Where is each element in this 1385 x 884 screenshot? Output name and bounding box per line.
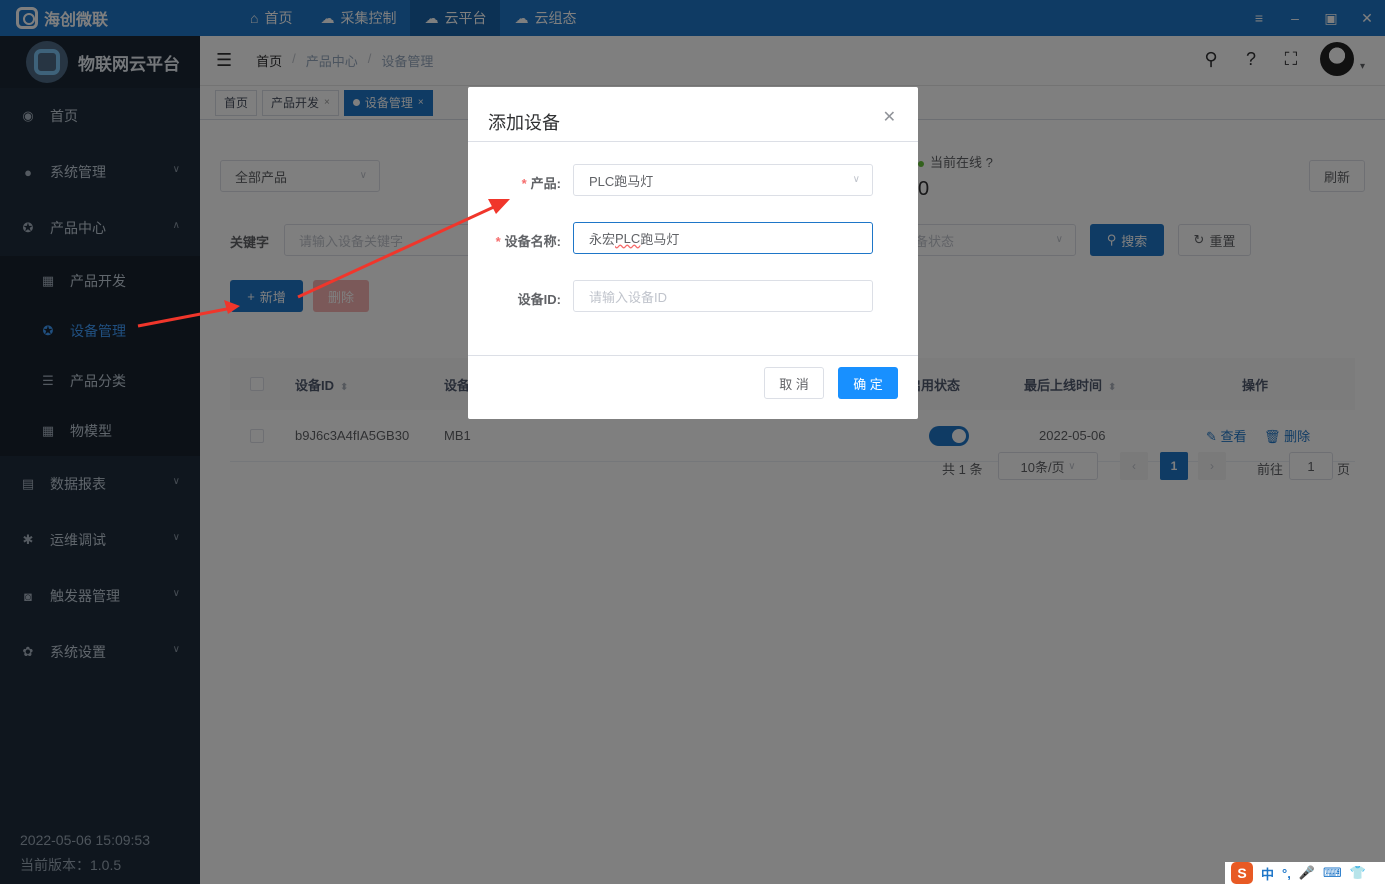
product-field-label: * 产品:	[451, 173, 561, 192]
required-mark: *	[521, 176, 527, 191]
device-name-label-text: 设备名称:	[504, 234, 561, 249]
close-icon[interactable]: ✕	[883, 107, 896, 127]
dialog-title: 添加设备	[488, 113, 560, 133]
dialog-divider	[468, 141, 918, 142]
device-id-input[interactable]: 请输入设备ID	[573, 280, 873, 312]
product-select[interactable]: PLC跑马灯 ∨	[573, 164, 873, 196]
device-name-prefix: 永宏	[589, 231, 616, 247]
skin-icon[interactable]: 👕	[1350, 865, 1366, 881]
ime-mode[interactable]: 中	[1261, 864, 1274, 883]
chevron-down-icon: ∨	[852, 174, 860, 185]
cancel-button[interactable]: 取 消	[764, 367, 824, 399]
add-device-dialog: 添加设备 ✕ * 产品: PLC跑马灯 ∨ * 设备名称: 永宏 PLC 跑马灯 设备I…	[468, 87, 918, 419]
product-label-text: 产品:	[530, 176, 561, 191]
required-mark: *	[495, 234, 501, 249]
microphone-icon[interactable]: 🎤	[1299, 865, 1315, 881]
device-name-suffix: 跑马灯	[640, 231, 680, 247]
dialog-footer-divider	[468, 355, 918, 356]
device-name-input[interactable]: 永宏 PLC 跑马灯	[573, 222, 873, 254]
device-id-field-label: 设备ID:	[517, 292, 561, 307]
product-select-value: PLC跑马灯	[589, 173, 654, 189]
confirm-button[interactable]: 确 定	[838, 367, 898, 399]
punctuation-icon[interactable]: °,	[1282, 866, 1291, 881]
ime-toolbar: S 中 °, 🎤 ⌨ 👕	[1225, 862, 1385, 884]
keyboard-icon[interactable]: ⌨	[1323, 865, 1342, 881]
device-name-spellcheck: PLC	[615, 230, 641, 246]
device-name-field-label: * 设备名称:	[451, 231, 561, 250]
ime-logo[interactable]: S	[1231, 862, 1253, 884]
